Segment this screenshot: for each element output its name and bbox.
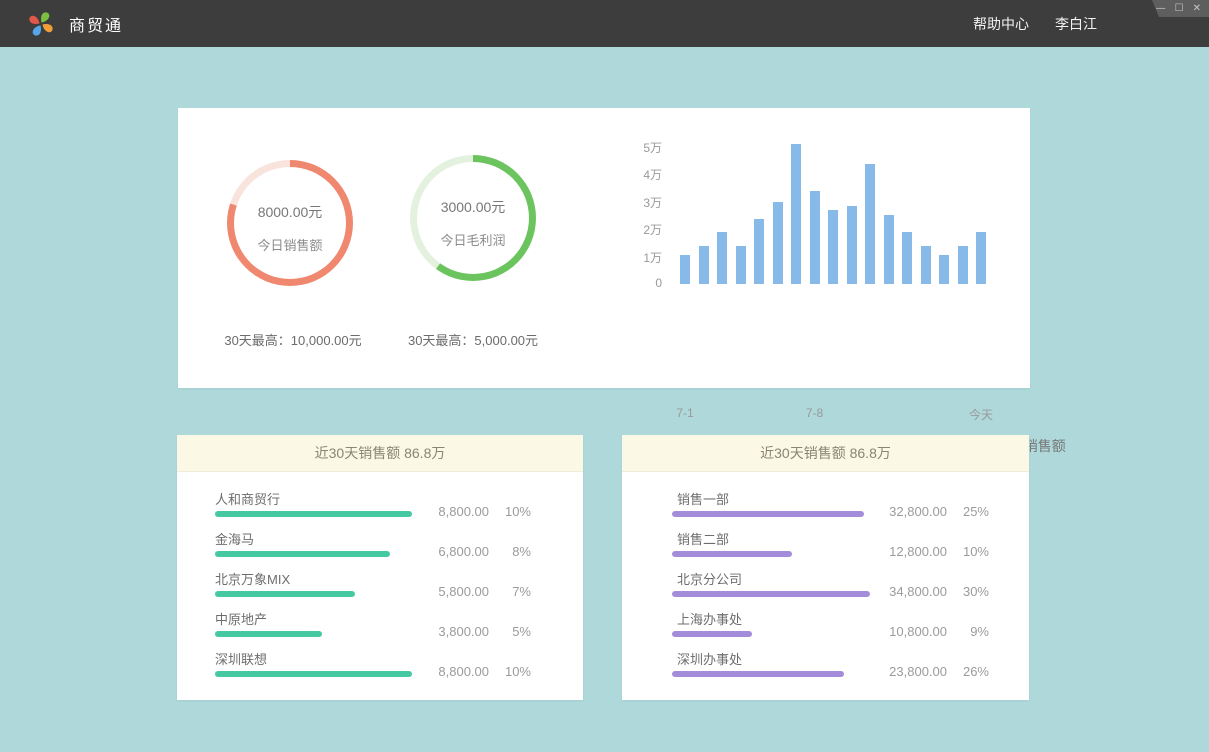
dept-rank-title: 近30天销售额 86.8万 <box>622 435 1029 472</box>
chart-bar <box>847 206 857 284</box>
chart-bar <box>939 255 949 284</box>
rank-row-percent: 7% <box>489 584 531 599</box>
customer-rank-title: 近30天销售额 86.8万 <box>177 435 583 472</box>
chart-bar <box>865 164 875 284</box>
rank-row-percent: 30% <box>947 584 989 599</box>
chart-bar <box>699 246 709 285</box>
rank-row-value: 5,800.00 <box>405 584 489 599</box>
chart-bar <box>736 246 746 285</box>
rank-row-bar <box>672 631 752 637</box>
rank-row-label: 销售一部 <box>677 489 729 508</box>
rank-row: 中原地产 3,800.00 5% <box>215 609 531 649</box>
rank-row-percent: 10% <box>489 664 531 679</box>
chart-bar <box>958 246 968 285</box>
rank-row-bar <box>215 551 390 557</box>
rank-row-percent: 10% <box>947 544 989 559</box>
chart-y-tick: 0 <box>622 276 662 290</box>
user-menu[interactable]: 李白江 <box>1055 14 1097 34</box>
chart-y-tick: 1万 <box>622 249 662 266</box>
chart-y-tick: 5万 <box>622 139 662 156</box>
rank-row-percent: 25% <box>947 504 989 519</box>
chart-bar <box>754 219 764 284</box>
app-title: 商贸通 <box>69 12 123 36</box>
rank-row: 深圳办事处 23,800.00 26% <box>672 649 989 689</box>
rank-row-value: 3,800.00 <box>405 624 489 639</box>
rank-row-value: 10,800.00 <box>863 624 947 639</box>
rank-row-label: 中原地产 <box>215 609 267 628</box>
rank-row: 销售一部 32,800.00 25% <box>672 489 989 529</box>
chart-y-tick: 3万 <box>622 194 662 211</box>
rank-row-bar <box>672 671 844 677</box>
rank-row-value: 8,800.00 <box>405 504 489 519</box>
rank-row-bar <box>672 591 870 597</box>
chart-bar <box>680 255 690 284</box>
sales-14day-chart: 5万4万3万2万1万0 7-17-8今天 近14天销售额 <box>178 108 1030 388</box>
chart-bar <box>902 232 912 284</box>
chart-y-tick: 4万 <box>622 166 662 183</box>
rank-row: 北京分公司 34,800.00 30% <box>672 569 989 609</box>
rank-row-percent: 5% <box>489 624 531 639</box>
window-controls: — ☐ ✕ <box>1143 0 1209 17</box>
rank-row-value: 23,800.00 <box>863 664 947 679</box>
rank-row-bar <box>215 511 412 517</box>
rank-row-label: 北京分公司 <box>677 569 742 588</box>
maximize-icon[interactable]: ☐ <box>1175 4 1184 14</box>
rank-row: 金海马 6,800.00 8% <box>215 529 531 569</box>
chart-y-tick: 2万 <box>622 221 662 238</box>
rank-row-percent: 9% <box>947 624 989 639</box>
chart-x-tick: 7-1 <box>676 406 693 420</box>
chart-x-tick: 今天 <box>969 406 993 423</box>
today-summary-card: 8000.00元 今日销售额 30天最高：10,000.00元 3000.00元… <box>178 108 1030 388</box>
customer-rank-card: 近30天销售额 86.8万 人和商贸行 8,800.00 10% 金海马 6,8… <box>177 435 583 700</box>
rank-row-value: 32,800.00 <box>863 504 947 519</box>
chart-plot-area <box>680 139 988 284</box>
chart-bar <box>976 232 986 284</box>
rank-row-percent: 10% <box>489 504 531 519</box>
titlebar: 商贸通 帮助中心 李白江 — ☐ ✕ <box>0 0 1209 47</box>
dept-rank-card: 近30天销售额 86.8万 销售一部 32,800.00 25% 销售二部 12… <box>622 435 1029 700</box>
rank-row-percent: 26% <box>947 664 989 679</box>
rank-row-label: 深圳办事处 <box>677 649 742 668</box>
rank-row-label: 上海办事处 <box>677 609 742 628</box>
rank-row-bar <box>672 511 864 517</box>
rank-row-bar <box>672 551 792 557</box>
rank-row-label: 北京万象MIX <box>215 569 290 588</box>
minimize-icon[interactable]: — <box>1156 4 1166 14</box>
rank-row-label: 深圳联想 <box>215 649 267 668</box>
rank-row-bar <box>215 631 322 637</box>
rank-row-bar <box>215 671 412 677</box>
rank-row-bar <box>215 591 355 597</box>
close-icon[interactable]: ✕ <box>1193 4 1201 14</box>
rank-row-value: 34,800.00 <box>863 584 947 599</box>
rank-row: 销售二部 12,800.00 10% <box>672 529 989 569</box>
rank-row-percent: 8% <box>489 544 531 559</box>
rank-row: 人和商贸行 8,800.00 10% <box>215 489 531 529</box>
chart-bar <box>717 232 727 284</box>
rank-row: 深圳联想 8,800.00 10% <box>215 649 531 689</box>
pinwheel-logo-icon <box>27 9 55 39</box>
chart-bar <box>828 210 838 284</box>
chart-bar <box>884 215 894 284</box>
chart-bar <box>791 144 801 284</box>
chart-x-tick: 7-8 <box>806 406 823 420</box>
rank-row-label: 人和商贸行 <box>215 489 280 508</box>
rank-row: 上海办事处 10,800.00 9% <box>672 609 989 649</box>
chart-bar <box>773 202 783 285</box>
rank-row-value: 12,800.00 <box>863 544 947 559</box>
rank-row-value: 6,800.00 <box>405 544 489 559</box>
chart-bar <box>810 191 820 285</box>
chart-bar <box>921 246 931 285</box>
rank-row-label: 销售二部 <box>677 529 729 548</box>
rank-row-value: 8,800.00 <box>405 664 489 679</box>
rank-row-label: 金海马 <box>215 529 254 548</box>
rank-row: 北京万象MIX 5,800.00 7% <box>215 569 531 609</box>
help-center-link[interactable]: 帮助中心 <box>973 14 1029 34</box>
